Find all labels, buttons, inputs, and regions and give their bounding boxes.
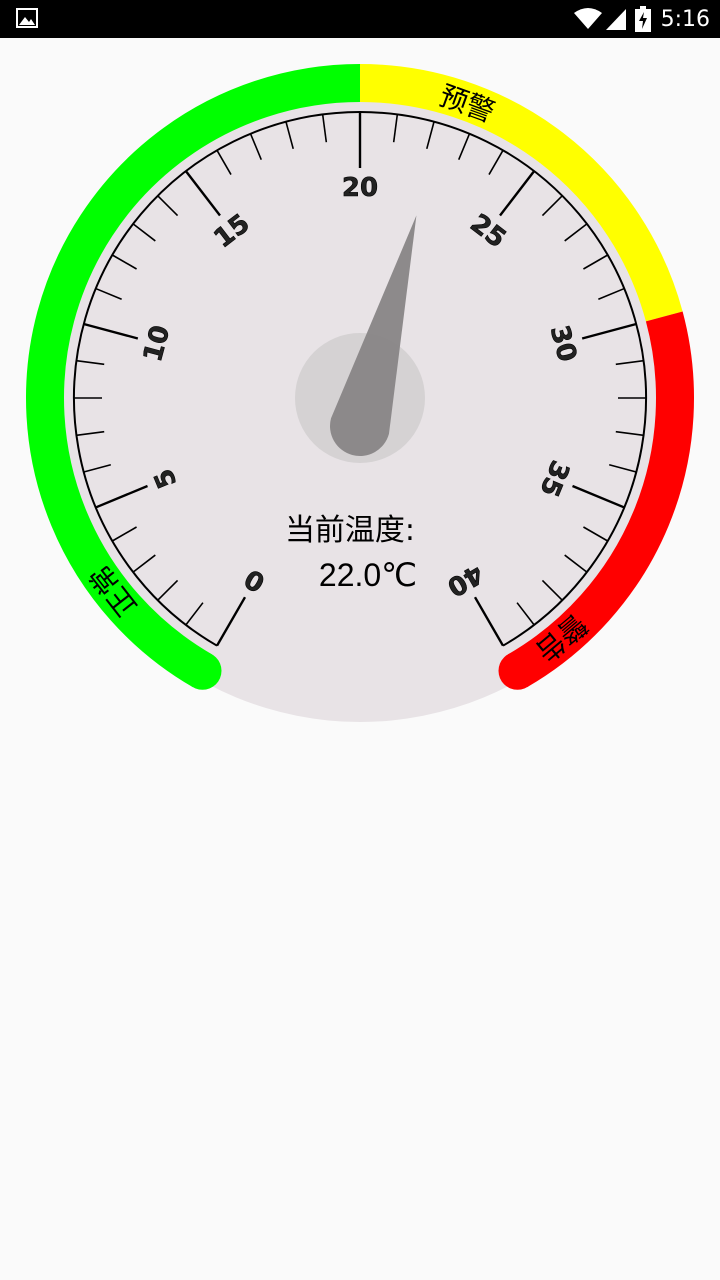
scale-label: 20 [342, 173, 378, 203]
readout-value: 22.0℃ [319, 557, 417, 593]
status-icons: 5:16 [573, 0, 720, 38]
zone-arc-cap [498, 651, 537, 690]
signal-icon [605, 9, 626, 30]
battery-charging-icon [634, 6, 651, 32]
image-icon [16, 8, 38, 28]
status-bar: 5:16 [0, 0, 720, 38]
wifi-icon [573, 8, 602, 29]
temperature-gauge: 正常 预警 警告 0 5 10 15 20 25 30 35 40 当前温度: 22.0℃ [0, 38, 720, 758]
zone-arc-cap [183, 651, 222, 690]
readout-label: 当前温度: [285, 513, 415, 548]
status-clock: 5:16 [660, 6, 710, 32]
gauge-canvas: 正常预警警告 0510152025303540 当前温度: 22.0℃ [26, 64, 694, 722]
